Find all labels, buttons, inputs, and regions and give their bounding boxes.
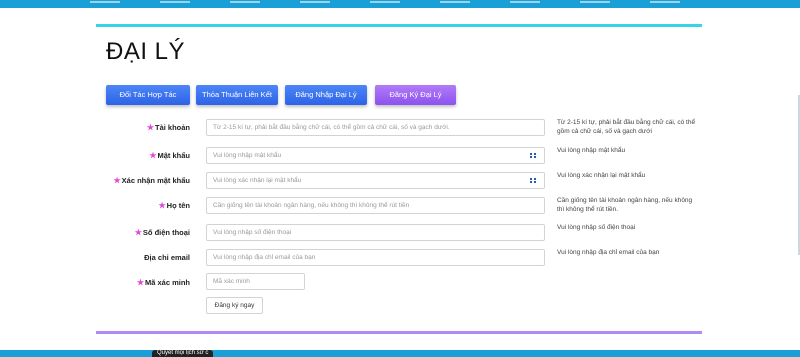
tab-agent-register[interactable]: Đăng Ký Đại Lý bbox=[375, 85, 456, 105]
phone-label: ★Số điện thoại bbox=[134, 228, 190, 237]
keypad-icon[interactable] bbox=[530, 178, 536, 183]
phone-hint: Vui lòng nhập số điện thoại bbox=[557, 224, 636, 231]
required-star-icon: ★ bbox=[136, 278, 144, 287]
page-title: ĐẠI LÝ bbox=[106, 38, 186, 65]
email-input[interactable]: Vui lòng nhập địa chỉ email của bạn bbox=[206, 249, 545, 266]
register-submit-button[interactable]: Đăng ký ngay bbox=[206, 297, 263, 314]
username-input[interactable]: Từ 2-15 kí tự, phải bắt đầu bằng chữ cái… bbox=[206, 119, 545, 136]
required-star-icon: ★ bbox=[134, 228, 142, 237]
tab-agent-login[interactable]: Đăng Nhập Đại Lý bbox=[285, 85, 367, 105]
top-banner-ticker bbox=[90, 1, 690, 3]
top-divider bbox=[96, 24, 702, 27]
required-star-icon: ★ bbox=[158, 201, 166, 210]
footer-tooltip: Quyết mọi lịch sử c bbox=[152, 350, 214, 357]
full-name-label: ★Họ tên bbox=[158, 201, 190, 210]
tab-agreement[interactable]: Thỏa Thuận Liên Kết bbox=[196, 85, 278, 105]
required-star-icon: ★ bbox=[149, 151, 157, 160]
confirm-password-label: ★Xác nhận mật khẩu bbox=[113, 176, 190, 185]
password-hint: Vui lòng nhập mật khẩu bbox=[557, 147, 626, 154]
keypad-icon[interactable] bbox=[530, 153, 536, 158]
bottom-banner-strip bbox=[0, 350, 800, 357]
full-name-hint: Cần giống tên tài khoản ngân hàng, nếu k… bbox=[557, 197, 693, 213]
phone-input[interactable]: Vui lòng nhập số điện thoại bbox=[206, 224, 545, 241]
required-star-icon: ★ bbox=[146, 123, 154, 132]
confirm-password-input[interactable]: Vui lòng xác nhận lại mật khẩu bbox=[206, 172, 545, 189]
username-hint: Từ 2-15 kí tự, phải bắt đầu bằng chữ cái… bbox=[557, 119, 696, 135]
password-input[interactable]: Vui lòng nhập mật khẩu bbox=[206, 147, 545, 164]
confirm-password-hint: Vui lòng xác nhận lại mật khẩu bbox=[557, 172, 646, 179]
email-label: Địa chỉ email bbox=[144, 253, 190, 262]
required-star-icon: ★ bbox=[113, 176, 121, 185]
captcha-label: ★Mã xác minh bbox=[136, 278, 190, 287]
username-label: ★Tài khoản bbox=[146, 123, 190, 132]
email-hint: Vui lòng nhập địa chỉ email của bạn bbox=[557, 249, 660, 256]
captcha-input[interactable]: Mã xác minh bbox=[206, 273, 305, 290]
full-name-input[interactable]: Cần giống tên tài khoản ngân hàng, nếu k… bbox=[206, 197, 545, 214]
top-banner-strip bbox=[0, 0, 800, 8]
bottom-divider bbox=[96, 331, 702, 334]
password-label: ★Mật khẩu bbox=[149, 151, 190, 160]
tab-partners[interactable]: Đối Tác Hợp Tác bbox=[106, 85, 190, 105]
